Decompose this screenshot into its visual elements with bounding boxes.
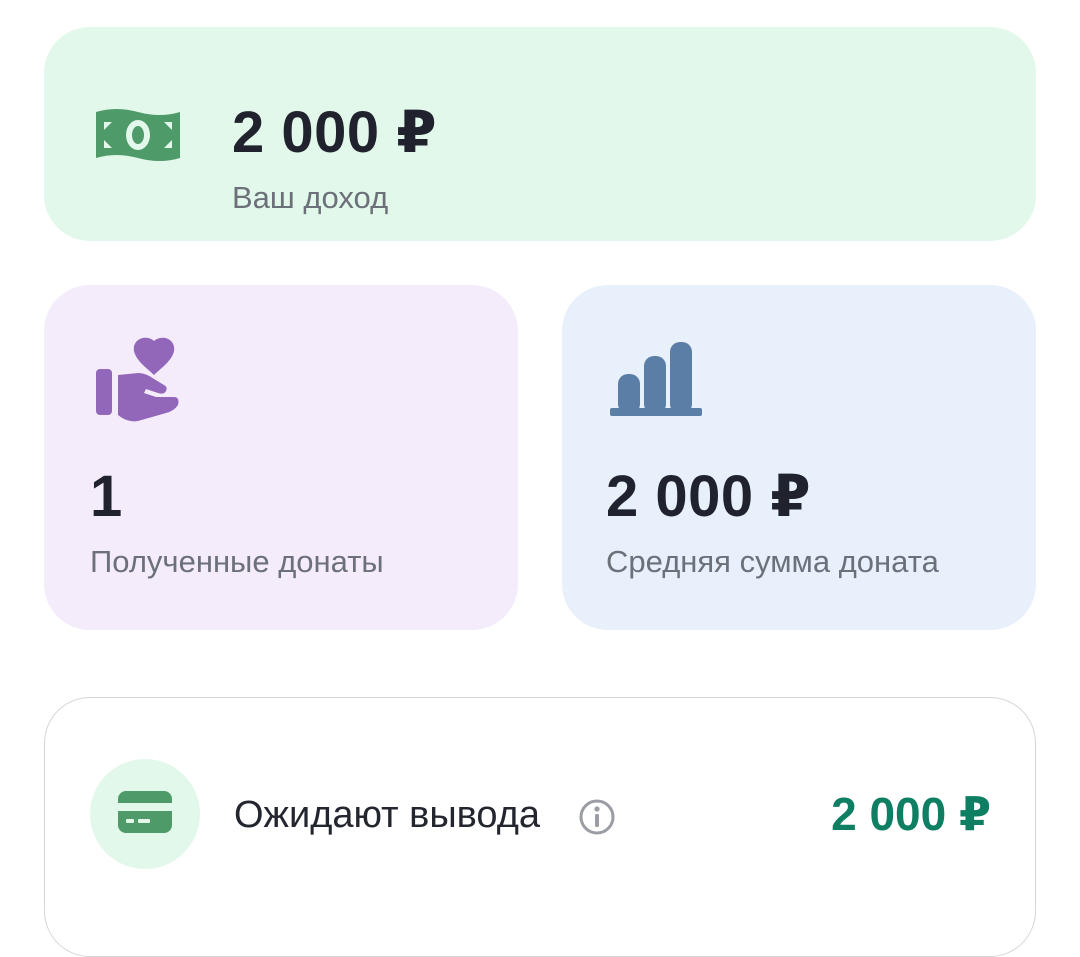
pending-title: Ожидают вывода bbox=[234, 794, 541, 836]
donations-card: 1 Полученные донаты bbox=[44, 285, 518, 630]
donations-label: Полученные донаты bbox=[90, 544, 384, 579]
heart-hand-icon bbox=[94, 335, 184, 430]
income-amount: 2 000 ₽ bbox=[232, 100, 438, 165]
info-icon[interactable] bbox=[578, 798, 616, 841]
bar-chart-icon bbox=[610, 340, 702, 423]
card-icon-circle bbox=[90, 759, 200, 869]
income-label: Ваш доход bbox=[232, 180, 389, 215]
income-card: 2 000 ₽ Ваш доход bbox=[44, 27, 1036, 241]
average-label: Средняя сумма доната bbox=[606, 544, 939, 579]
pending-amount: 2 000 ₽ bbox=[831, 788, 991, 840]
donations-count: 1 bbox=[90, 464, 123, 529]
average-card: 2 000 ₽ Средняя сумма доната bbox=[562, 285, 1036, 630]
card-icon bbox=[116, 789, 174, 840]
pending-withdrawal-card[interactable]: Ожидают вывода 2 000 ₽ bbox=[44, 697, 1036, 957]
average-amount: 2 000 ₽ bbox=[606, 464, 812, 529]
money-bill-icon bbox=[92, 104, 184, 169]
